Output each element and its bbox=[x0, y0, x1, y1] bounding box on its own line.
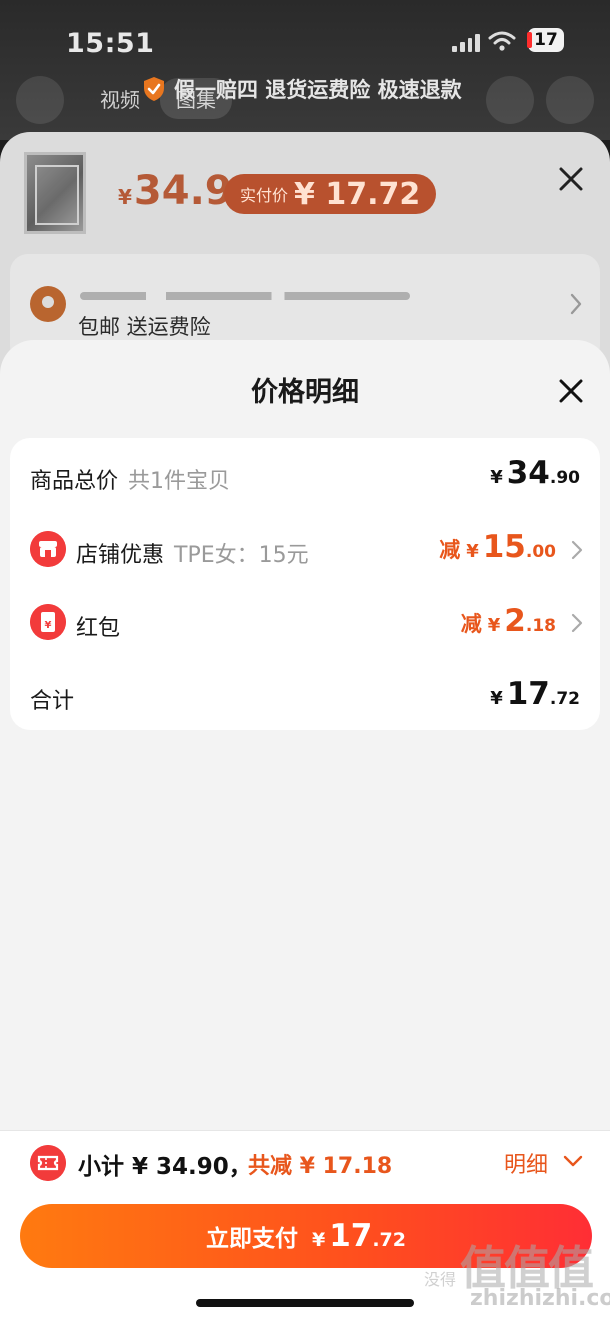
product-thumbnail[interactable] bbox=[24, 152, 86, 234]
amount-int: 17 bbox=[506, 676, 550, 712]
shop-discount-amount[interactable]: 减 ¥15.00 bbox=[439, 529, 556, 565]
amount-int: 2 bbox=[504, 603, 526, 639]
chevron-right-icon[interactable] bbox=[570, 539, 584, 561]
close-icon[interactable] bbox=[556, 376, 586, 406]
amount-dec: .72 bbox=[549, 689, 580, 709]
amount-dec: .72 bbox=[372, 1229, 407, 1251]
address-text-obscured bbox=[80, 292, 410, 300]
currency-symbol: ¥ bbox=[490, 688, 503, 709]
minus-label: 减 bbox=[439, 538, 461, 562]
total-amount: ¥17.72 bbox=[490, 676, 580, 712]
row-total: 合计 bbox=[30, 683, 74, 715]
paid-price-badge: 实付价 ¥ 17.72 bbox=[224, 174, 437, 214]
row-label: 店铺优惠 bbox=[76, 543, 165, 568]
goods-total-amount: ¥34.90 bbox=[490, 455, 580, 491]
row-sub: TPE女：15元 bbox=[174, 543, 309, 568]
paid-price-label: 实付价 bbox=[240, 186, 289, 205]
shipping-info: 包邮 送运费险 bbox=[78, 315, 211, 339]
row-goods-total: 商品总价 共1件宝贝 bbox=[30, 463, 230, 495]
row-label: 合计 bbox=[30, 689, 75, 714]
watermark-small: 没得 bbox=[424, 1270, 457, 1289]
paid-price-value: ¥ 17.72 bbox=[294, 176, 421, 212]
red-packet-icon: ¥ bbox=[30, 604, 66, 640]
status-time: 15:51 bbox=[66, 28, 155, 59]
currency-symbol: ¥ bbox=[490, 467, 503, 488]
row-label: 红包 bbox=[76, 616, 121, 641]
product-price-value: 34.9 bbox=[133, 168, 233, 214]
amount-int: 34 bbox=[506, 455, 550, 491]
chevron-right-icon[interactable] bbox=[570, 612, 584, 634]
detail-toggle[interactable]: 明细 bbox=[504, 1147, 548, 1179]
ticket-icon bbox=[30, 1145, 66, 1181]
wifi-icon bbox=[488, 31, 516, 51]
sheet-title: 价格明细 bbox=[251, 377, 359, 408]
amount-dec: .90 bbox=[549, 468, 580, 488]
product-price-currency: ¥ bbox=[118, 185, 132, 209]
amount-int: 15 bbox=[482, 529, 526, 565]
battery-level: 17 bbox=[534, 30, 558, 50]
minus-label: 减 bbox=[460, 612, 482, 636]
watermark-site: zhizhizhi.com bbox=[470, 1286, 610, 1311]
amount-dec: .18 bbox=[525, 616, 556, 636]
subtotal-text: 小计 ¥ 34.90， bbox=[78, 1154, 252, 1180]
tab-video: 视频 bbox=[100, 88, 140, 112]
svg-text:¥: ¥ bbox=[45, 620, 52, 631]
amount-int: 17 bbox=[329, 1218, 373, 1254]
close-icon[interactable] bbox=[556, 164, 586, 194]
more-button-bg bbox=[546, 76, 594, 124]
guarantee-banner: 假一赔四 退货运费险 极速退款 bbox=[142, 74, 462, 104]
discount-total-text: 共减 ¥ 17.18 bbox=[248, 1154, 393, 1179]
shield-check-icon bbox=[144, 77, 164, 101]
row-shop-discount[interactable]: 店铺优惠 TPE女：15元 bbox=[76, 537, 309, 569]
red-packet-amount[interactable]: 减 ¥2.18 bbox=[461, 603, 556, 639]
amount-dec: .00 bbox=[525, 542, 556, 562]
signal-icon bbox=[452, 34, 480, 52]
guarantee-text: 假一赔四 退货运费险 极速退款 bbox=[174, 78, 462, 102]
location-pin-icon bbox=[30, 286, 66, 322]
chevron-down-icon[interactable] bbox=[562, 1154, 584, 1168]
currency-symbol: ¥ bbox=[466, 541, 479, 562]
pay-now-amount: ¥17.72 bbox=[312, 1218, 406, 1254]
row-red-packet[interactable]: 红包 bbox=[76, 610, 120, 642]
back-button-bg bbox=[16, 76, 64, 124]
home-indicator bbox=[196, 1299, 414, 1307]
row-sub: 共1件宝贝 bbox=[128, 469, 231, 494]
chevron-right-icon bbox=[570, 293, 582, 315]
product-price: ¥34.9 bbox=[118, 168, 233, 214]
pay-now-label: 立即支付 bbox=[205, 1226, 298, 1252]
currency-symbol: ¥ bbox=[311, 1229, 326, 1251]
menu-button-bg bbox=[486, 76, 534, 124]
battery-indicator: 17 bbox=[527, 28, 564, 52]
shop-icon bbox=[30, 531, 66, 567]
currency-symbol: ¥ bbox=[487, 615, 501, 636]
row-label: 商品总价 bbox=[30, 469, 119, 494]
